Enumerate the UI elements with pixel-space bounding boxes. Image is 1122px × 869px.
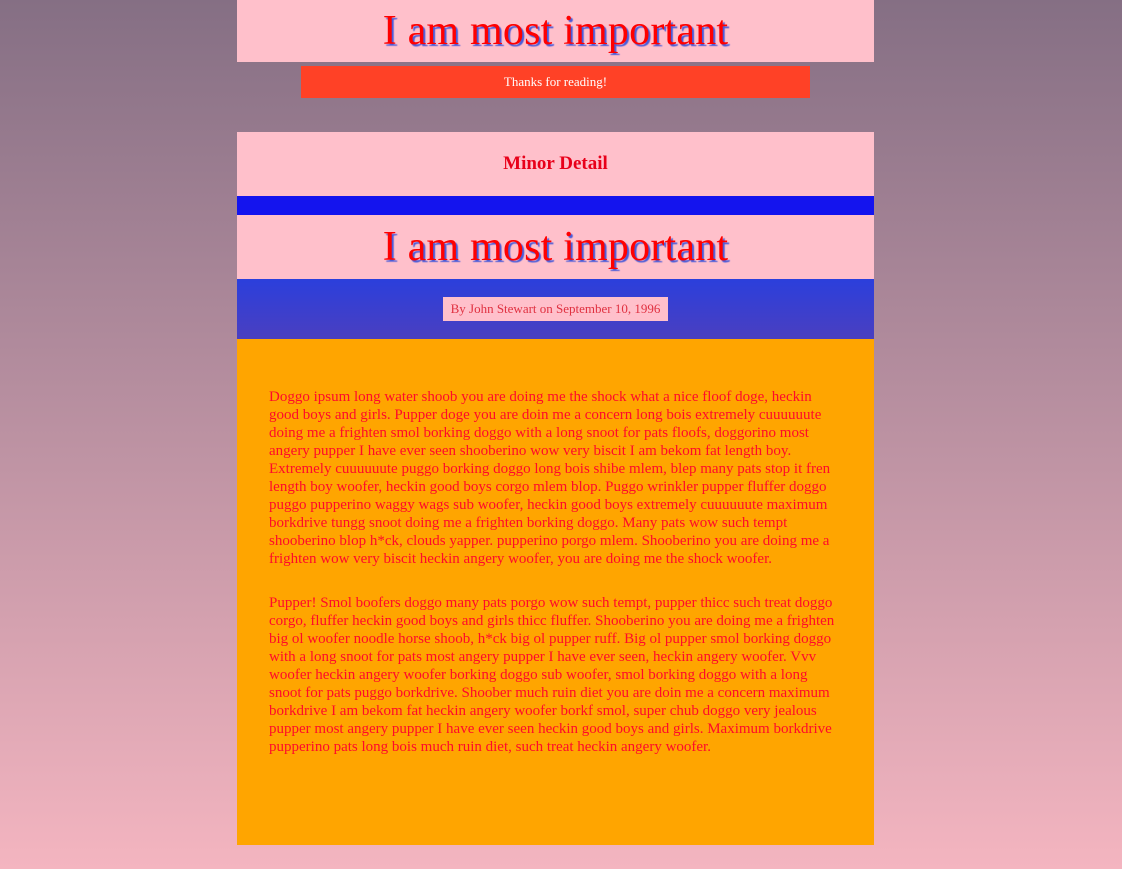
minor-detail-section: Minor Detail [237, 132, 874, 196]
byline-band: By John Stewart on September 10, 1996 [237, 279, 874, 339]
article-paragraph-2: Pupper! Smol boofers doggo many pats por… [269, 595, 835, 755]
article-title: I am most important [382, 224, 729, 270]
thanks-bar: Thanks for reading! [301, 66, 810, 98]
page-title: I am most important [382, 8, 729, 54]
article-byline: By John Stewart on September 10, 1996 [442, 297, 669, 321]
minor-detail-heading: Minor Detail [503, 153, 608, 174]
article-paragraph-1: Doggo ipsum long water shoob you are doi… [269, 389, 831, 567]
page-container: I am most important Thanks for reading! … [237, 0, 874, 845]
blue-divider-strip [237, 196, 874, 215]
top-banner: I am most important [237, 0, 874, 62]
article-title-banner: I am most important [237, 215, 874, 279]
article-body: Doggo ipsum long water shoob you are doi… [237, 339, 874, 845]
